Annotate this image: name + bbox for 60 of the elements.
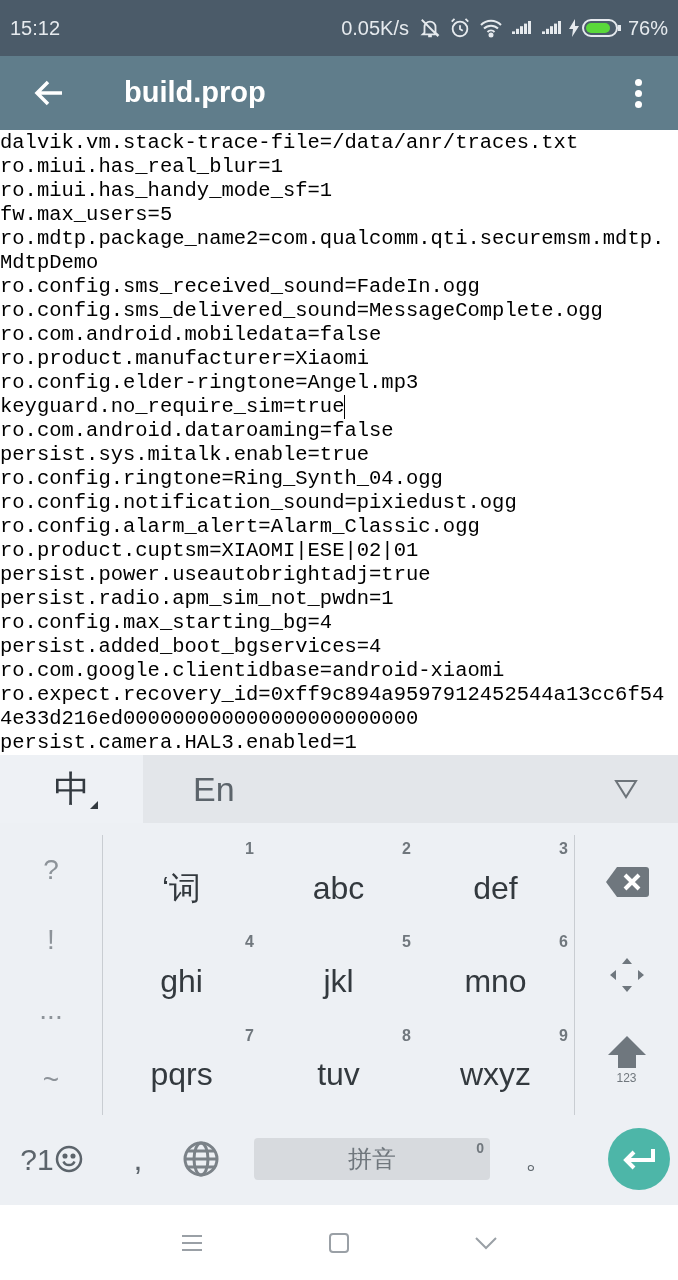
app-title: build.prop xyxy=(124,75,266,111)
period-key[interactable]: 。 xyxy=(514,1138,564,1180)
signal-icon xyxy=(510,20,533,36)
code-line: ro.product.manufacturer=Xiaomi xyxy=(0,347,370,371)
code-line: ro.mdtp.package_name2=com.qualcomm.qti.securemsm.mdtp. xyxy=(0,227,665,251)
keypad-key[interactable]: abc 2 xyxy=(260,835,417,929)
battery-percent: 76% xyxy=(627,16,668,41)
status-time: 15:12 xyxy=(10,16,61,41)
code-line: persist.added_boot_bgservices=4 xyxy=(0,635,382,659)
keypad-key[interactable]: jkl 5 xyxy=(260,928,417,1022)
enter-arrow-icon xyxy=(622,1148,656,1170)
code-line: ro.config.alarm_alert=Alarm_Classic.ogg xyxy=(0,515,480,539)
home-square-icon[interactable] xyxy=(329,1232,349,1253)
code-line: persist.camera.HAL3.enabled=1 xyxy=(0,731,357,755)
wifi-icon xyxy=(478,18,503,38)
code-line: ro.config.sms_received_sound=FadeIn.ogg xyxy=(0,275,480,299)
code-line: ro.com.google.clientidbase=android-xiaomi xyxy=(0,659,505,683)
battery-icon xyxy=(581,18,622,38)
input-mode-tab[interactable]: En xyxy=(143,755,235,823)
code-line: keyguard.no_require_sim=true xyxy=(0,395,346,419)
code-line: ro.config.notification_sound=pixiedust.ogg xyxy=(0,491,517,515)
muted-bell-icon xyxy=(418,17,441,39)
up-arrow-icon xyxy=(606,1035,647,1069)
back-chevron-icon[interactable] xyxy=(475,1235,497,1250)
code-line: ro.miui.has_real_blur=1 xyxy=(0,155,283,179)
code-line: ro.config.ringtone=Ring_Synth_04.ogg xyxy=(0,467,443,491)
code-line: ro.com.android.dataroaming=false xyxy=(0,419,394,443)
code-line: ro.miui.has_handy_mode_sf=1 xyxy=(0,179,333,203)
collapse-triangle-icon[interactable] xyxy=(614,779,638,799)
code-line: ro.config.max_starting_bg=4 xyxy=(0,611,333,635)
charging-bolt-icon xyxy=(568,19,579,37)
smiley-icon xyxy=(54,1145,83,1173)
keypad-key[interactable]: def 3 xyxy=(417,835,574,929)
shift-key[interactable]: 123 xyxy=(606,1021,647,1101)
keypad-key[interactable]: tuv 8 xyxy=(260,1021,417,1115)
keypad-key[interactable]: wxyz 9 xyxy=(417,1021,574,1115)
code-line: ro.config.sms_delivered_sound=MessageComplete.ogg xyxy=(0,299,603,323)
keypad-key[interactable]: mno 6 xyxy=(417,928,574,1022)
signal-icon xyxy=(540,20,563,36)
symbols-key[interactable]: ?1 xyxy=(0,1136,103,1182)
code-line: ro.product.cuptsm=XIAOMI|ESE|02|01 xyxy=(0,539,419,563)
code-line: persist.power.useautobrightadj=true xyxy=(0,563,431,587)
code-line: ro.expect.recovery_id=0xff9c894a9597912452544a13cc6f54 xyxy=(0,683,665,707)
backspace-icon[interactable] xyxy=(604,865,649,898)
keypad-key[interactable]: ghi 4 xyxy=(103,928,260,1022)
comma-key[interactable]: , xyxy=(103,1135,173,1183)
menu-icon[interactable] xyxy=(181,1233,203,1252)
code-line: persist.radio.apm_sim_not_pwdn=1 xyxy=(0,587,394,611)
globe-icon[interactable] xyxy=(183,1141,219,1177)
code-line: MdtpDemo xyxy=(0,251,99,275)
code-line: persist.sys.mitalk.enable=true xyxy=(0,443,370,467)
code-line: ro.com.android.mobiledata=false xyxy=(0,323,382,347)
code-line: dalvik.vm.stack-trace-file=/data/anr/traces.txt xyxy=(0,131,579,155)
code-line: fw.max_users=5 xyxy=(0,203,173,227)
code-line: ro.config.elder-ringtone=Angel.mp3 xyxy=(0,371,419,395)
cursor-move-icon[interactable] xyxy=(608,956,645,993)
keypad-key[interactable]: pqrs 7 xyxy=(103,1021,260,1115)
keypad-key[interactable]: ‘词 1 xyxy=(103,835,260,929)
code-line: 4e33d216ed000000000000000000000000 xyxy=(0,707,419,731)
network-speed: 0.05K/s xyxy=(341,16,409,41)
